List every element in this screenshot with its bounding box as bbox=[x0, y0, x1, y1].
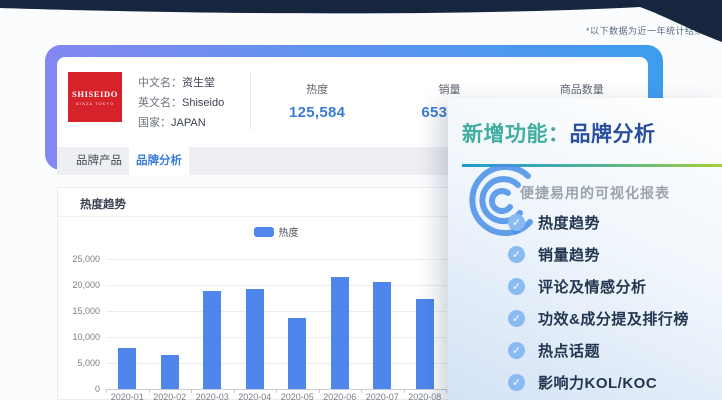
feature-item: ✓ 功效&成分提及排行榜 bbox=[448, 302, 722, 334]
promo-subtitle: 便捷易用的可视化报表 bbox=[520, 183, 670, 203]
y-tick-label: 5,000 bbox=[77, 358, 100, 368]
y-tick-label: 0 bbox=[95, 384, 100, 394]
check-icon: ✓ bbox=[508, 278, 525, 295]
x-tick-label: 2020-07 bbox=[361, 392, 404, 400]
y-tick-label: 10,000 bbox=[72, 332, 100, 342]
feature-item: ✓ 评论及情感分析 bbox=[448, 270, 722, 302]
brand-field-value: JAPAN bbox=[171, 117, 206, 129]
bar-2020-02 bbox=[161, 355, 179, 389]
promo-overlay: 新增功能：品牌分析 便捷易用的可视化报表 ✓热度趋势✓销量趋势✓评论及情感分析✓… bbox=[448, 98, 722, 400]
check-icon: ✓ bbox=[508, 342, 525, 359]
promo-title: 新增功能：品牌分析 bbox=[462, 118, 656, 148]
x-tick-label: 2020-05 bbox=[276, 392, 319, 400]
chart-card-title: 热度趋势 bbox=[80, 196, 126, 212]
brand-field-value: Shiseido bbox=[182, 97, 224, 109]
chart-plot: 05,00010,00015,00020,00025,0002020-01202… bbox=[106, 259, 446, 389]
brand-field: 国家：JAPAN bbox=[138, 113, 250, 133]
feature-item: ✓ 热度趋势 bbox=[448, 206, 722, 238]
metric-label: 销量 bbox=[383, 81, 515, 97]
gridline bbox=[106, 285, 446, 286]
x-tick-label: 2020-03 bbox=[191, 392, 234, 400]
feature-item: ✓ 销量趋势 bbox=[448, 238, 722, 270]
metric: 热度 125,584 bbox=[251, 57, 383, 147]
feature-item: ✓ 热点话题 bbox=[448, 334, 722, 366]
brand-logo: SHISEIDO GINZA TOKYO bbox=[68, 72, 122, 122]
brand-logo-subtext: GINZA TOKYO bbox=[76, 101, 114, 106]
promo-title-highlight: 新增功能： bbox=[462, 123, 570, 146]
y-tick-label: 20,000 bbox=[72, 280, 100, 290]
feature-label: 功效&成分提及排行榜 bbox=[538, 308, 689, 329]
check-icon: ✓ bbox=[508, 214, 525, 231]
y-tick-label: 25,000 bbox=[72, 254, 100, 264]
check-icon: ✓ bbox=[508, 246, 525, 263]
gridline bbox=[106, 259, 446, 260]
tab[interactable]: 品牌产品 bbox=[69, 147, 129, 175]
brand-field-value: 资生堂 bbox=[182, 77, 215, 89]
promo-title-main: 品牌分析 bbox=[570, 123, 656, 146]
brand-info: 中文名：资生堂英文名：Shiseido国家：JAPAN bbox=[138, 73, 250, 147]
metric-value: 125,584 bbox=[251, 104, 383, 121]
x-tick-label: 2020-04 bbox=[234, 392, 277, 400]
brand-field-label: 英文名： bbox=[138, 97, 182, 109]
brand-logo-text: SHISEIDO bbox=[72, 89, 118, 99]
slide: *以下数据为近一年统计结果 SHISEIDO GINZA TOKYO 中文名：资… bbox=[0, 0, 722, 400]
bar-2020-03 bbox=[203, 291, 221, 389]
bar-2020-06 bbox=[331, 277, 349, 389]
top-navy-band bbox=[0, 0, 722, 46]
feature-label: 销量趋势 bbox=[538, 244, 600, 265]
check-icon: ✓ bbox=[508, 374, 525, 391]
tab[interactable]: 品牌分析 bbox=[129, 147, 189, 175]
brand-field-label: 国家： bbox=[138, 117, 171, 129]
check-icon: ✓ bbox=[508, 310, 525, 327]
legend-swatch bbox=[254, 227, 274, 237]
x-tick-label: 2020-08 bbox=[404, 392, 447, 400]
brand-field: 英文名：Shiseido bbox=[138, 93, 250, 113]
gridline bbox=[106, 337, 446, 338]
legend-label: 热度 bbox=[279, 224, 299, 239]
bar-2020-07 bbox=[373, 282, 391, 389]
metric-label: 热度 bbox=[251, 81, 383, 97]
feature-label: 热点话题 bbox=[538, 340, 600, 361]
y-tick-label: 15,000 bbox=[72, 306, 100, 316]
axis-tick bbox=[446, 389, 447, 393]
bar-2020-08 bbox=[416, 299, 434, 389]
metric-label: 商品数量 bbox=[516, 81, 648, 97]
feature-list: ✓ 热度趋势 ✓ 销量趋势 ✓ 评论及情感分析 ✓ 功效&成分提及排行榜 ✓ 热点话题 ✓ 影响力KO… bbox=[448, 206, 722, 398]
brand-field-label: 中文名： bbox=[138, 77, 182, 89]
feature-label: 评论及情感分析 bbox=[538, 276, 647, 297]
data-period-note: *以下数据为近一年统计结果 bbox=[586, 24, 704, 37]
feature-label: 热度趋势 bbox=[538, 212, 600, 233]
gridline bbox=[106, 363, 446, 364]
x-tick-label: 2020-01 bbox=[106, 392, 149, 400]
feature-item: ✓ 影响力KOL/KOC bbox=[448, 366, 722, 398]
chart-legend[interactable]: 热度 bbox=[106, 224, 446, 239]
bar-2020-04 bbox=[246, 289, 264, 389]
brand-field: 中文名：资生堂 bbox=[138, 73, 250, 93]
bar-2020-01 bbox=[118, 348, 136, 389]
feature-label: 影响力KOL/KOC bbox=[538, 372, 657, 393]
bar-2020-05 bbox=[288, 318, 306, 389]
gridline bbox=[106, 311, 446, 312]
x-tick-label: 2020-02 bbox=[149, 392, 192, 400]
x-tick-label: 2020-06 bbox=[319, 392, 362, 400]
